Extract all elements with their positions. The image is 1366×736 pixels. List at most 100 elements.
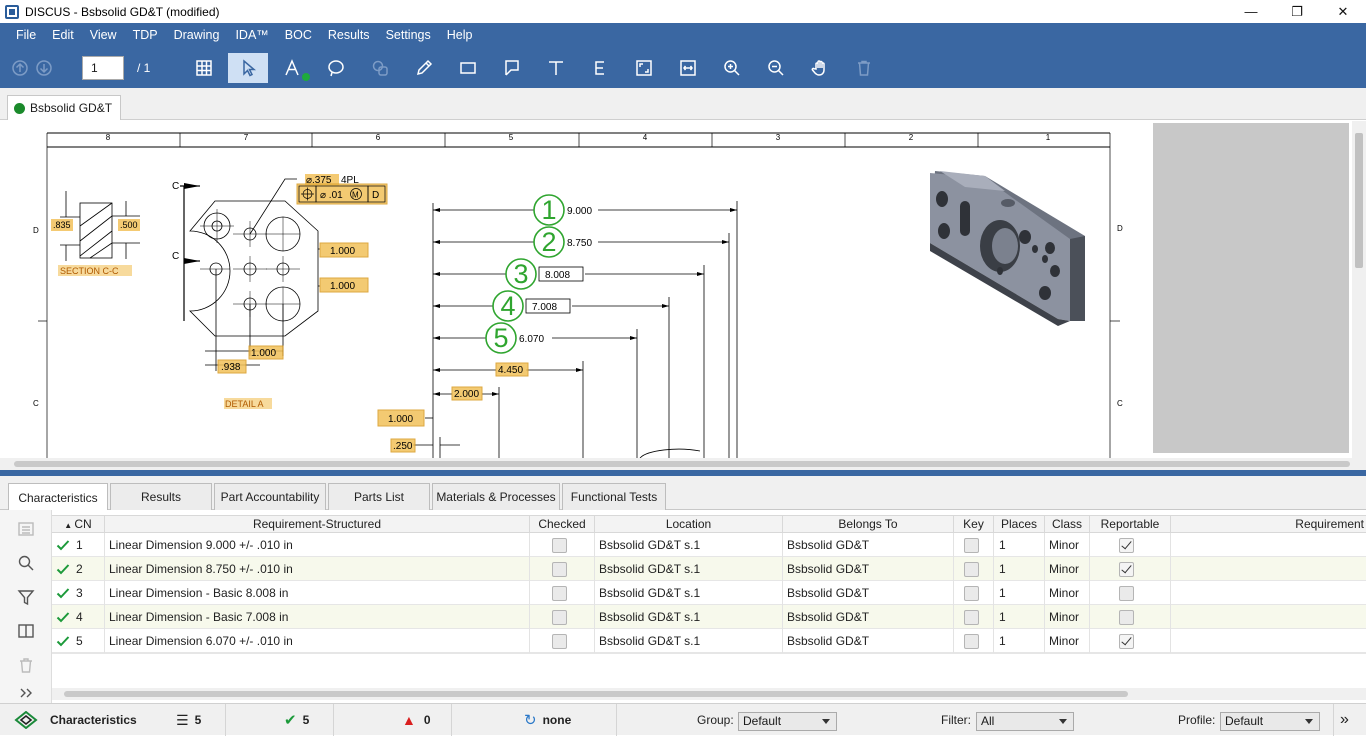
cell-checked[interactable] (530, 581, 595, 605)
reportable-checkbox[interactable] (1119, 610, 1134, 625)
drawing-horizontal-scrollbar[interactable] (0, 458, 1366, 470)
menu-results[interactable]: Results (320, 28, 378, 42)
close-button[interactable]: ✕ (1320, 0, 1366, 23)
col-requirement[interactable]: Requirement (1171, 516, 1366, 533)
pencil-icon[interactable] (410, 54, 438, 82)
menu-settings[interactable]: Settings (378, 28, 439, 42)
filter-icon[interactable] (15, 586, 37, 608)
cell-reportable[interactable] (1090, 629, 1171, 653)
delete-icon[interactable] (15, 654, 37, 676)
key-checkbox[interactable] (964, 538, 979, 553)
sync-status[interactable]: ↻ none (524, 704, 571, 736)
menu-file[interactable]: File (8, 28, 44, 42)
total-count[interactable]: ☰ 5 (176, 704, 201, 736)
columns-icon[interactable] (15, 620, 37, 642)
balloon-1[interactable]: 1 9.000 (533, 194, 592, 226)
cell-checked[interactable] (530, 629, 595, 653)
list-icon[interactable] (15, 518, 37, 540)
select-pointer-icon[interactable] (228, 53, 268, 83)
col-key[interactable]: Key (954, 516, 994, 533)
cell-reportable[interactable] (1090, 557, 1171, 581)
col-cn[interactable]: ▲ CN (52, 516, 105, 533)
text-icon[interactable] (542, 54, 570, 82)
reportable-checkbox[interactable] (1119, 634, 1134, 649)
cell-reportable[interactable] (1090, 533, 1171, 557)
key-checkbox[interactable] (964, 586, 979, 601)
lasso-icon[interactable] (322, 54, 350, 82)
filter-select[interactable]: All (976, 712, 1074, 731)
search-icon[interactable] (15, 552, 37, 574)
table-row[interactable]: 1 Linear Dimension 9.000 +/- .010 in Bsbso… (52, 533, 1366, 557)
zoom-out-icon[interactable] (762, 54, 790, 82)
col-reportable[interactable]: Reportable (1090, 516, 1171, 533)
table-row[interactable]: 5 Linear Dimension 6.070 +/- .010 in Bsbso… (52, 629, 1366, 653)
key-checkbox[interactable] (964, 634, 979, 649)
balloon-4[interactable]: 4 7.008 (492, 290, 571, 322)
zoom-in-icon[interactable] (718, 54, 746, 82)
cell-reportable[interactable] (1090, 581, 1171, 605)
shapes-icon[interactable] (366, 54, 394, 82)
rectangle-icon[interactable] (454, 54, 482, 82)
checked-checkbox[interactable] (552, 634, 567, 649)
checked-checkbox[interactable] (552, 586, 567, 601)
document-tab[interactable]: Bsbsolid GD&T (7, 95, 122, 120)
ok-count[interactable]: ✔ 5 (284, 704, 309, 736)
expand-icon[interactable] (15, 682, 37, 704)
tab-materials-processes[interactable]: Materials & Processes (432, 483, 560, 510)
tab-parts-list[interactable]: Parts List (328, 483, 430, 510)
menu-help[interactable]: Help (439, 28, 481, 42)
table-row[interactable]: 4 Linear Dimension - Basic 7.008 in Bsbsol… (52, 605, 1366, 629)
col-places[interactable]: Places (994, 516, 1045, 533)
pan-hand-icon[interactable] (806, 54, 834, 82)
minimize-button[interactable]: — (1228, 0, 1274, 23)
drawing-vertical-scrollbar[interactable] (1352, 121, 1366, 458)
tab-part-accountability[interactable]: Part Accountability (214, 483, 326, 510)
menu-boc[interactable]: BOC (277, 28, 320, 42)
menu-edit[interactable]: Edit (44, 28, 82, 42)
tab-characteristics[interactable]: Characteristics (8, 483, 108, 511)
checked-checkbox[interactable] (552, 610, 567, 625)
group-select[interactable]: Default (738, 712, 837, 731)
reportable-checkbox[interactable] (1119, 562, 1134, 577)
table-row[interactable]: 3 Linear Dimension - Basic 8.008 in Bsbsol… (52, 581, 1366, 605)
balloon-5[interactable]: 5 6.070 (485, 322, 544, 354)
reportable-checkbox[interactable] (1119, 538, 1134, 553)
trash-icon[interactable] (850, 54, 878, 82)
cell-key[interactable] (954, 605, 994, 629)
key-checkbox[interactable] (964, 562, 979, 577)
table-icon[interactable] (190, 54, 218, 82)
cell-checked[interactable] (530, 533, 595, 557)
page-number-input[interactable]: 1 (82, 56, 124, 80)
cell-checked[interactable] (530, 557, 595, 581)
grid-horizontal-scrollbar[interactable] (52, 688, 1366, 700)
col-belongs-to[interactable]: Belongs To (783, 516, 954, 533)
tab-functional-tests[interactable]: Functional Tests (562, 483, 666, 510)
tab-results[interactable]: Results (110, 483, 212, 510)
profile-select[interactable]: Default (1220, 712, 1320, 731)
cell-key[interactable] (954, 557, 994, 581)
arrow-down-icon[interactable] (30, 54, 58, 82)
balloon-3[interactable]: 3 8.008 (505, 258, 584, 290)
e-icon[interactable] (586, 54, 614, 82)
col-location[interactable]: Location (595, 516, 783, 533)
col-requirement-structured[interactable]: Requirement-Structured (105, 516, 530, 533)
table-row[interactable]: 2 Linear Dimension 8.750 +/- .010 in Bsbso… (52, 557, 1366, 581)
cell-key[interactable] (954, 533, 994, 557)
reportable-checkbox[interactable] (1119, 586, 1134, 601)
fit-page-icon[interactable] (630, 54, 658, 82)
checked-checkbox[interactable] (552, 538, 567, 553)
fit-width-icon[interactable] (674, 54, 702, 82)
cell-key[interactable] (954, 581, 994, 605)
restore-button[interactable]: ❐ (1274, 0, 1320, 23)
menu-ida[interactable]: IDA™ (227, 28, 276, 42)
flag-icon[interactable] (498, 54, 526, 82)
col-checked[interactable]: Checked (530, 516, 595, 533)
cell-key[interactable] (954, 629, 994, 653)
balloon-2[interactable]: 2 8.750 (533, 226, 592, 258)
drawing-viewer[interactable]: 8 7 6 5 4 3 2 1 D C D C .835 .500 SECTIO… (0, 121, 1366, 458)
menu-view[interactable]: View (82, 28, 125, 42)
menu-drawing[interactable]: Drawing (166, 28, 228, 42)
checked-checkbox[interactable] (552, 562, 567, 577)
col-class[interactable]: Class (1045, 516, 1090, 533)
warning-count[interactable]: ▲ 0 (402, 704, 431, 736)
